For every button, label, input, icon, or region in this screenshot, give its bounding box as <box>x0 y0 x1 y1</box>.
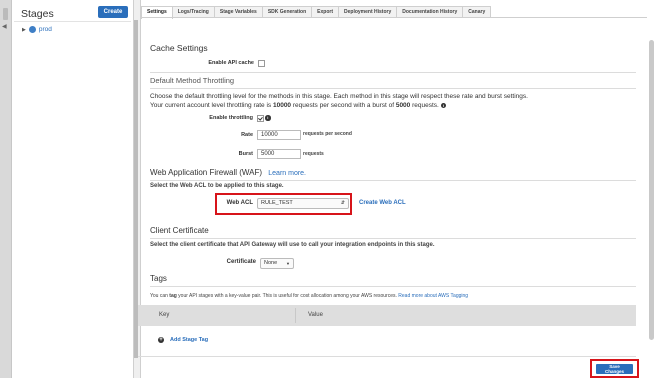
waf-divider <box>150 180 636 181</box>
tags-desc-mid: your API stages with a key-value pair. T… <box>176 293 399 299</box>
add-stage-tag-label: Add Stage Tag <box>170 337 209 343</box>
tags-divider <box>150 286 636 287</box>
limit-text-suffix: requests. <box>410 102 439 109</box>
certificate-select[interactable]: None ▼ <box>260 258 294 269</box>
tags-heading: Tags <box>150 274 167 283</box>
add-stage-tag-button[interactable]: + Add Stage Tag <box>158 337 208 343</box>
throttling-heading: Default Method Throttling <box>150 76 235 85</box>
create-web-acl-link[interactable]: Create Web ACL <box>359 200 406 206</box>
globe-icon <box>28 26 36 33</box>
certificate-label: Certificate <box>226 259 256 265</box>
stages-divider <box>14 21 131 22</box>
create-stage-button[interactable]: Create <box>98 6 128 18</box>
col-key: Key <box>159 312 170 318</box>
rate-unit: requests per second <box>303 131 352 137</box>
col-divider <box>295 308 296 323</box>
footer-divider <box>138 356 636 357</box>
stage-item-prod[interactable]: ▶ prod <box>22 26 52 33</box>
rate-label: Rate <box>241 132 253 138</box>
aws-tagging-link[interactable]: Read more about AWS Tagging <box>398 293 468 299</box>
waf-heading-text: Web Application Firewall (WAF) <box>150 168 263 177</box>
rate-input[interactable]: 10000 <box>257 130 301 140</box>
stage-item-label: prod <box>38 26 52 33</box>
burst-unit: requests <box>303 151 324 157</box>
enable-api-cache-checkbox[interactable] <box>258 60 265 67</box>
scrollbar[interactable] <box>649 40 654 340</box>
burst-input[interactable]: 5000 <box>257 149 301 159</box>
account-rate-value: 10000 <box>272 102 292 109</box>
waf-learn-more-link[interactable]: Learn more. <box>268 170 306 177</box>
limit-text-prefix: Your current account level throttling ra… <box>150 102 273 109</box>
save-changes-button[interactable]: Save Changes <box>596 364 633 374</box>
left-rail: ◀ <box>0 0 12 378</box>
tags-desc-tag: tag <box>169 293 177 299</box>
throttling-account-limit: Your current account level throttling ra… <box>150 102 640 109</box>
throttling-info-icon[interactable]: i <box>265 115 271 121</box>
select-arrows-icon: ⇵ <box>340 200 345 206</box>
tags-description: You can tag your API stages with a key-v… <box>150 293 640 299</box>
tab-underline <box>141 17 647 18</box>
client-cert-subtext: Select the client certificate that API G… <box>150 242 435 248</box>
collapse-arrow-icon[interactable]: ◀ <box>2 23 7 30</box>
cache-settings-heading: Cache Settings <box>150 43 208 53</box>
enable-throttling-checkbox[interactable] <box>257 115 264 122</box>
enable-api-cache-label: Enable API cache <box>208 60 254 66</box>
enable-throttling-label: Enable throttling <box>209 115 253 121</box>
burst-label: Burst <box>238 151 253 157</box>
expand-triangle-icon[interactable]: ▶ <box>22 27 26 33</box>
client-cert-heading: Client Certificate <box>150 226 209 235</box>
client-cert-divider <box>150 238 636 239</box>
waf-subtext: Select the Web ACL to be applied to this… <box>150 183 284 189</box>
info-icon[interactable]: i <box>440 102 447 109</box>
dropdown-arrow-icon: ▼ <box>286 261 290 266</box>
throttling-divider <box>150 88 636 89</box>
certificate-selected: None <box>264 260 278 266</box>
rail-grip[interactable] <box>3 8 8 20</box>
web-acl-selected: RULE_TEST <box>261 200 293 206</box>
web-acl-label: Web ACL <box>226 200 253 206</box>
waf-heading: Web Application Firewall (WAF) Learn mor… <box>150 168 306 177</box>
cache-divider <box>150 72 636 73</box>
throttling-description: Choose the default throttling level for … <box>150 93 528 100</box>
account-burst-value: 5000 <box>395 102 411 109</box>
limit-text-mid: requests per second with a burst of <box>291 102 396 109</box>
col-value: Value <box>308 312 323 318</box>
tags-table-header: Key Value <box>138 305 636 326</box>
web-acl-select[interactable]: RULE_TEST ⇵ <box>257 198 349 209</box>
plus-icon: + <box>158 337 164 343</box>
tags-desc-prefix: You can <box>150 293 170 299</box>
stages-title: Stages <box>21 8 54 20</box>
